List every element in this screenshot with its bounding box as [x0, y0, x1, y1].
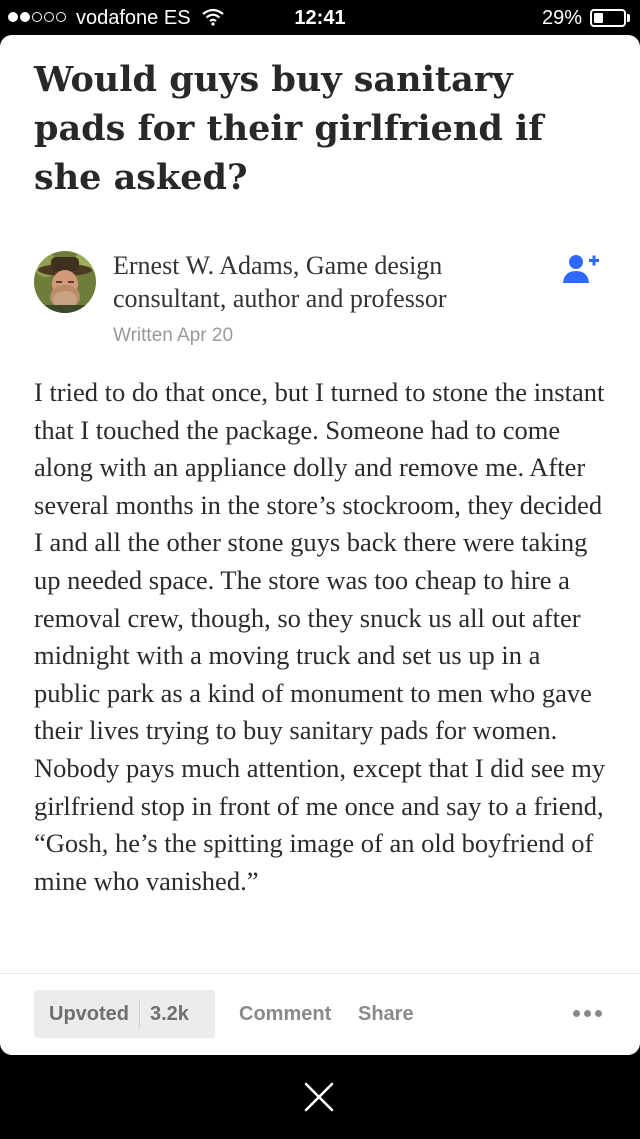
battery-icon	[590, 9, 626, 27]
divider	[0, 973, 640, 974]
answer-card: Would guys buy sanitary pads for their g…	[0, 35, 640, 1055]
author-avatar[interactable]	[34, 251, 96, 313]
battery-nub	[627, 14, 630, 22]
comment-button[interactable]: Comment	[239, 1003, 331, 1026]
upvote-label: Upvoted	[49, 1002, 129, 1025]
upvote-separator	[139, 1000, 140, 1028]
share-button[interactable]: Share	[358, 1003, 414, 1026]
question-title[interactable]: Would guys buy sanitary pads for their g…	[34, 55, 594, 202]
screen: vodafone ES 12:41 29% Would guys buy san…	[0, 0, 640, 1139]
answer-body: I tried to do that once, but I turned to…	[34, 377, 606, 896]
close-icon[interactable]	[300, 1078, 338, 1116]
more-icon[interactable]	[573, 1010, 602, 1017]
upvote-count: 3.2k	[150, 1002, 189, 1025]
upvote-button[interactable]: Upvoted 3.2k	[34, 990, 215, 1038]
add-user-icon[interactable]	[562, 253, 602, 292]
battery-percent: 29%	[542, 7, 583, 29]
answer-date: Written Apr 20	[113, 325, 234, 346]
status-bar: vodafone ES 12:41 29%	[0, 0, 640, 38]
author-credential[interactable]: Ernest W. Adams, Game design consultant,…	[113, 249, 533, 315]
action-bar: Upvoted 3.2k Comment Share	[0, 990, 640, 1038]
